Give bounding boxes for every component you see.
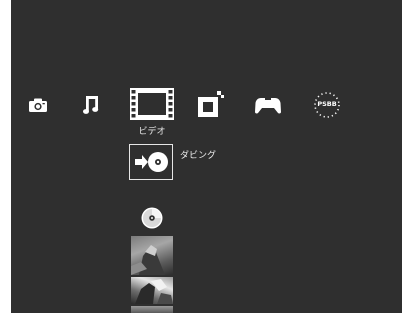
camera-icon: [29, 98, 47, 112]
category-game[interactable]: [197, 88, 225, 120]
video-thumbnail[interactable]: [131, 306, 173, 313]
video-thumbnail[interactable]: [131, 277, 173, 304]
dubbing-icon: [135, 152, 168, 172]
category-music[interactable]: [80, 90, 102, 120]
game-icon: [198, 91, 224, 117]
category-video[interactable]: [129, 86, 175, 122]
video-thumbnail[interactable]: [131, 236, 173, 275]
xmb-screen: ビデオ PSBB ダビング: [11, 0, 402, 313]
psbb-text: PSBB: [317, 100, 337, 108]
thumbnail-image: [135, 279, 173, 304]
category-controller[interactable]: [254, 90, 282, 120]
thumbnail-image: [131, 245, 165, 275]
category-video-label: ビデオ: [138, 127, 166, 137]
dubbing-label: ダビング: [180, 151, 217, 161]
category-psbb[interactable]: PSBB: [311, 90, 343, 120]
disc-icon[interactable]: [141, 207, 163, 229]
controller-icon: [255, 97, 281, 114]
dubbing-item[interactable]: [129, 144, 173, 180]
music-note-icon: [83, 96, 99, 114]
film-strip-icon: [130, 88, 174, 120]
category-photo[interactable]: [27, 90, 49, 120]
